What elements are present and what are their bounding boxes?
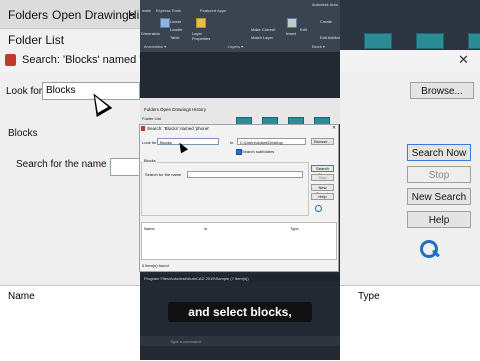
look-for-label: Look for <box>6 86 43 97</box>
video-caption: and select blocks, <box>168 302 312 322</box>
ribbon-tabs: mate Express Tools Featured Apps Autodes… <box>140 2 340 14</box>
bg-folder-list-header: Folder List <box>0 28 140 50</box>
ribbon-dimension[interactable]: Dimension <box>141 31 160 36</box>
dlg-col-name[interactable]: Name <box>144 226 155 231</box>
dlg-in-value: C:\Users\Adam\Desktop <box>240 140 283 145</box>
ribbon-group-labels: Annotation ▾ Layers ▾ Block ▾ <box>140 44 340 50</box>
group-block[interactable]: Block ▾ <box>312 44 325 49</box>
dlg-in-select[interactable]: C:\Users\Adam\Desktop <box>237 138 306 145</box>
blocks-tab-label[interactable]: Blocks <box>8 128 37 139</box>
path-text: Program Files\Autodesk\AutoCAD 2019\Samp… <box>144 276 249 281</box>
app-title: Autodesk Auto <box>312 2 338 7</box>
insert-icon[interactable] <box>287 18 297 28</box>
path-bar: Program Files\Autodesk\AutoCAD 2019\Samp… <box>140 275 340 282</box>
thumbnail[interactable] <box>468 33 480 49</box>
ribbon-linear[interactable]: Linear <box>170 19 181 24</box>
ribbon-match-layer[interactable]: Match Layer <box>251 35 273 40</box>
search-now-button[interactable]: Search Now <box>407 144 471 161</box>
close-icon[interactable]: ✕ <box>458 52 469 68</box>
dlg-help-button[interactable]: Help <box>311 193 334 200</box>
ribbon-tab[interactable]: mate <box>142 8 151 13</box>
dlg-blocks-tab[interactable]: Blocks <box>143 158 157 163</box>
layer-properties-icon[interactable] <box>196 18 206 28</box>
column-type[interactable]: Type <box>358 291 380 302</box>
magnifier-icon <box>315 205 322 212</box>
command-input[interactable]: Type a command <box>170 339 201 344</box>
browse-button[interactable]: Browse... <box>410 82 474 99</box>
dialog-title: Search: 'Blocks' named 'phone' <box>147 126 210 131</box>
tab-open-drawings[interactable]: Open Drawings <box>52 8 135 22</box>
ribbon-table[interactable]: Table <box>170 35 180 40</box>
dc-tab-history[interactable]: History <box>192 107 206 112</box>
ribbon-insert[interactable]: Insert <box>286 31 296 36</box>
dlg-search-name-input[interactable] <box>187 171 303 178</box>
dlg-search-name-label: Search for the name <box>145 172 182 177</box>
bg-right-top <box>340 0 480 50</box>
design-center-tabs: Folders Open Drawings History <box>140 107 340 115</box>
new-search-button[interactable]: New Search <box>407 188 471 205</box>
bg-tab-strip: Folders Open Drawings His <box>0 5 145 29</box>
group-layers[interactable]: Layers ▾ <box>228 44 243 49</box>
ribbon-edit-attributes[interactable]: Edit Attributes <box>320 35 340 40</box>
group-annotation[interactable]: Annotation ▾ <box>144 44 166 49</box>
command-line[interactable]: Type a command <box>140 336 340 346</box>
search-name-input[interactable] <box>110 158 142 176</box>
dlg-new-search-button[interactable]: New Search <box>311 184 334 196</box>
search-dialog-icon <box>141 126 145 131</box>
bg-search-title: Search: 'Blocks' named 'ph <box>22 54 154 66</box>
look-for-value: Blocks <box>46 85 76 96</box>
ribbon-create[interactable]: Create <box>320 19 332 24</box>
ribbon-edit[interactable]: Edit <box>300 27 307 32</box>
thumbnail[interactable] <box>364 33 392 49</box>
dlg-stop-button[interactable]: Stop <box>311 174 334 181</box>
stop-button[interactable]: Stop <box>407 166 471 183</box>
ribbon-tab[interactable]: Featured Apps <box>200 8 226 13</box>
dlg-look-for-label: Look for <box>142 140 157 145</box>
search-subfolders-label: Search subfolders <box>242 149 275 154</box>
dc-tab-open-drawings[interactable]: Open Drawings <box>160 107 191 112</box>
thumbnail[interactable] <box>416 33 444 49</box>
dlg-look-for-select[interactable]: Blocks <box>157 138 219 145</box>
dlg-status: 0 item(s) found <box>142 263 169 268</box>
linear-icon[interactable] <box>160 18 170 28</box>
dlg-col-type[interactable]: Type <box>290 226 299 231</box>
search-name-label: Search for the name <box>16 159 107 170</box>
ribbon-make-current[interactable]: Make Current <box>251 27 275 32</box>
column-name[interactable]: Name <box>8 291 35 302</box>
dlg-results-list[interactable]: Name In Type <box>141 222 337 260</box>
tab-folders[interactable]: Folders <box>8 8 48 22</box>
dlg-col-in[interactable]: In <box>204 226 207 231</box>
close-icon[interactable]: ✕ <box>332 125 336 131</box>
dc-tab-folders[interactable]: Folders <box>144 107 159 112</box>
ribbon-tab[interactable]: Express Tools <box>156 8 181 13</box>
dlg-look-for-value: Blocks <box>160 140 172 145</box>
ribbon-leader[interactable]: Leader <box>170 27 182 32</box>
dlg-browse-button[interactable]: Browse... <box>311 138 334 145</box>
dlg-search-now-button[interactable]: Search Now <box>311 165 334 177</box>
ribbon-layer-properties[interactable]: Layer Properties <box>192 31 214 41</box>
dc-folder-list-label: Folder List <box>142 116 161 121</box>
dlg-in-label: In <box>230 140 234 145</box>
search-dialog-icon <box>5 54 16 66</box>
help-button[interactable]: Help <box>407 211 471 228</box>
